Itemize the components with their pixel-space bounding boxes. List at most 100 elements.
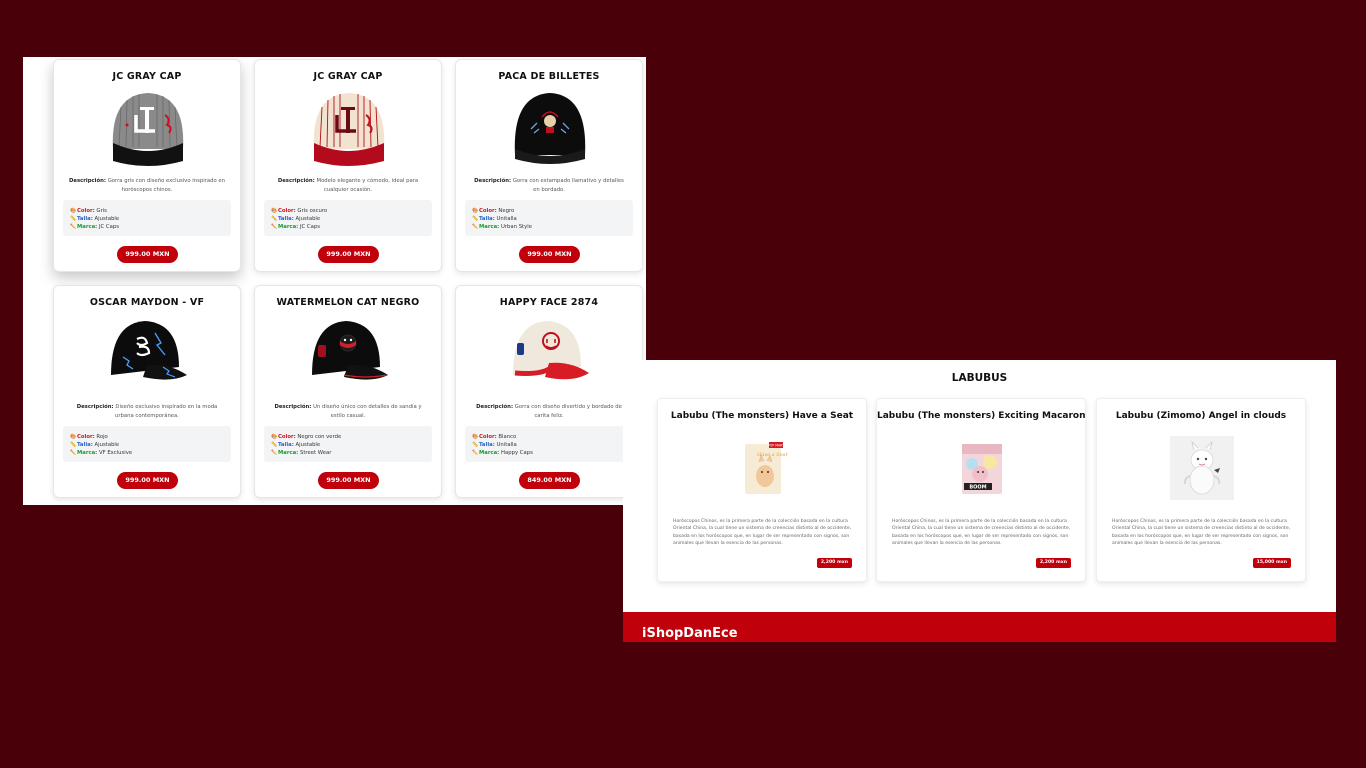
palette-icon: 🎨 xyxy=(472,434,479,440)
product-title: Labubu (The monsters) Exciting Macaron xyxy=(877,411,1086,421)
description-text: Gorra con diseño divertido y bordado de … xyxy=(514,404,622,419)
spec-marca-label: Marca: xyxy=(77,450,98,456)
pencil-icon: ✏️ xyxy=(271,224,278,230)
product-image[interactable]: POP MART Have a Seat xyxy=(731,436,795,500)
spec-color-value: Negro xyxy=(498,208,515,214)
ruler-icon: 📏 xyxy=(472,216,479,222)
product-image[interactable] xyxy=(1170,436,1234,500)
spec-talla-label: Talla: xyxy=(278,216,294,222)
spec-talla-value: Ajustable xyxy=(295,442,321,448)
product-title: JC GRAY CAP xyxy=(112,71,182,82)
product-image[interactable]: BOOM xyxy=(950,436,1014,500)
description-label: Descripción: xyxy=(69,178,106,184)
product-card[interactable]: Labubu (The monsters) Have a Seat POP MA… xyxy=(657,398,867,582)
spec-talla-label: Talla: xyxy=(278,442,294,448)
spec-talla-label: Talla: xyxy=(479,442,495,448)
price-button[interactable]: 999.00 MXN xyxy=(318,246,379,263)
price-button[interactable]: 849.00 MXN xyxy=(519,472,580,489)
specs-box: 🎨Color: Negro 📏Talla: Unitalla ✏️Marca: … xyxy=(465,200,633,236)
spec-color-label: Color: xyxy=(479,434,497,440)
ruler-icon: 📏 xyxy=(271,216,278,222)
ruler-icon: 📏 xyxy=(70,442,77,448)
spec-talla-label: Talla: xyxy=(479,216,495,222)
footer: iShopDanEce xyxy=(623,612,1336,642)
spec-marca-label: Marca: xyxy=(479,224,500,230)
description-label: Descripción: xyxy=(274,404,312,410)
brand-logo[interactable]: iShopDanEce xyxy=(642,626,738,641)
spec-marca-value: VF Exclusive xyxy=(98,450,133,456)
palette-icon: 🎨 xyxy=(70,208,77,214)
spec-talla-value: Unitalla xyxy=(496,442,517,448)
product-image[interactable] xyxy=(509,313,591,395)
spec-marca-label: Marca: xyxy=(479,450,500,456)
specs-box: 🎨Color: Gris oscuro 📏Talla: Ajustable ✏️… xyxy=(264,200,432,236)
product-image[interactable] xyxy=(107,87,189,169)
spec-color-value: Negro con verde xyxy=(297,434,342,440)
product-title: Labubu (Zimomo) Angel in clouds xyxy=(1115,411,1287,421)
product-title: WATERMELON CAT NEGRO xyxy=(276,297,420,308)
spec-talla-value: Ajustable xyxy=(94,216,120,222)
specs-box: 🎨Color: Gris 📏Talla: Ajustable ✏️Marca: … xyxy=(63,200,231,236)
product-card[interactable]: Labubu (The monsters) Exciting Macaron B… xyxy=(876,398,1086,582)
product-card[interactable]: WATERMELON CAT NEGRO Descripción: Un dis… xyxy=(254,285,442,498)
spec-marca-value: Happy Caps xyxy=(500,450,533,456)
specs-box: 🎨Color: Rojo 📏Talla: Ajustable ✏️Marca: … xyxy=(63,426,231,462)
palette-icon: 🎨 xyxy=(472,208,479,214)
box-tag: POP MART xyxy=(768,444,784,448)
price-badge[interactable]: 2,200 mxn xyxy=(1035,558,1071,568)
price-button[interactable]: 999.00 MXN xyxy=(117,472,178,489)
caps-panel: JC GRAY CAP Descripción: Gorra gris con … xyxy=(23,57,646,505)
pencil-icon: ✏️ xyxy=(70,450,77,456)
specs-box: 🎨Color: Negro con verde 📏Talla: Ajustabl… xyxy=(264,426,432,462)
spec-color-value: Blanco xyxy=(498,434,517,440)
price-button[interactable]: 999.00 MXN xyxy=(519,246,580,263)
spec-marca-label: Marca: xyxy=(77,224,98,230)
pencil-icon: ✏️ xyxy=(271,450,278,456)
box-tag: BOOM xyxy=(969,485,986,491)
price-badge[interactable]: 15,000 mxn xyxy=(1252,558,1291,568)
spec-marca-value: Street Wear xyxy=(299,450,332,456)
spec-color-label: Color: xyxy=(77,434,95,440)
product-image[interactable] xyxy=(107,313,189,395)
product-image[interactable] xyxy=(308,87,390,169)
pencil-icon: ✏️ xyxy=(70,224,77,230)
product-card[interactable]: JC GRAY CAP Descripción: Modelo elegante… xyxy=(254,59,442,272)
product-card[interactable]: HAPPY FACE 2874 Descripción: Gorra con d… xyxy=(455,285,643,498)
description-text: Horóscopos Chinos, es la primera parte d… xyxy=(673,519,852,546)
description-label: Descripción: xyxy=(474,178,512,184)
spec-talla-value: Ajustable xyxy=(94,442,120,448)
product-image[interactable] xyxy=(509,87,591,169)
product-card[interactable]: OSCAR MAYDON - VF Descripción: Diseño ex… xyxy=(53,285,241,498)
product-card[interactable]: JC GRAY CAP Descripción: Gorra gris con … xyxy=(53,59,241,272)
description-label: Descripción: xyxy=(476,404,514,410)
spec-color-label: Color: xyxy=(77,208,95,214)
description-text: Diseño exclusivo inspirado en la moda ur… xyxy=(114,404,218,419)
palette-icon: 🎨 xyxy=(271,208,278,214)
ruler-icon: 📏 xyxy=(472,442,479,448)
specs-box: 🎨Color: Blanco 📏Talla: Unitalla ✏️Marca:… xyxy=(465,426,633,462)
spec-color-label: Color: xyxy=(479,208,497,214)
section-title: LABUBUS xyxy=(951,372,1008,384)
description-text: Modelo elegante y cómodo, ideal para cua… xyxy=(316,178,419,193)
price-button[interactable]: 999.00 MXN xyxy=(117,246,178,263)
spec-marca-label: Marca: xyxy=(278,224,299,230)
price-button[interactable]: 999.00 MXN xyxy=(318,472,379,489)
pencil-icon: ✏️ xyxy=(472,450,479,456)
spec-color-value: Gris oscuro xyxy=(297,208,328,214)
spec-talla-value: Ajustable xyxy=(295,216,321,222)
product-title: HAPPY FACE 2874 xyxy=(499,297,599,308)
product-card[interactable]: PACA DE BILLETES Descripción: Gorra con … xyxy=(455,59,643,272)
spec-color-label: Color: xyxy=(278,208,296,214)
product-image[interactable] xyxy=(308,313,390,395)
price-badge[interactable]: 2,200 mxn xyxy=(816,558,852,568)
spec-marca-value: JC Caps xyxy=(299,224,320,230)
pencil-icon: ✏️ xyxy=(472,224,479,230)
product-card[interactable]: Labubu (Zimomo) Angel in clouds Horóscop… xyxy=(1096,398,1306,582)
description-label: Descripción: xyxy=(76,404,114,410)
product-title: PACA DE BILLETES xyxy=(498,71,600,82)
spec-color-value: Rojo xyxy=(96,434,108,440)
palette-icon: 🎨 xyxy=(271,434,278,440)
description-text: Gorra gris con diseño exclusivo inspirad… xyxy=(107,178,225,193)
spec-marca-value: JC Caps xyxy=(98,224,119,230)
spec-marca-value: Urban Style xyxy=(500,224,532,230)
